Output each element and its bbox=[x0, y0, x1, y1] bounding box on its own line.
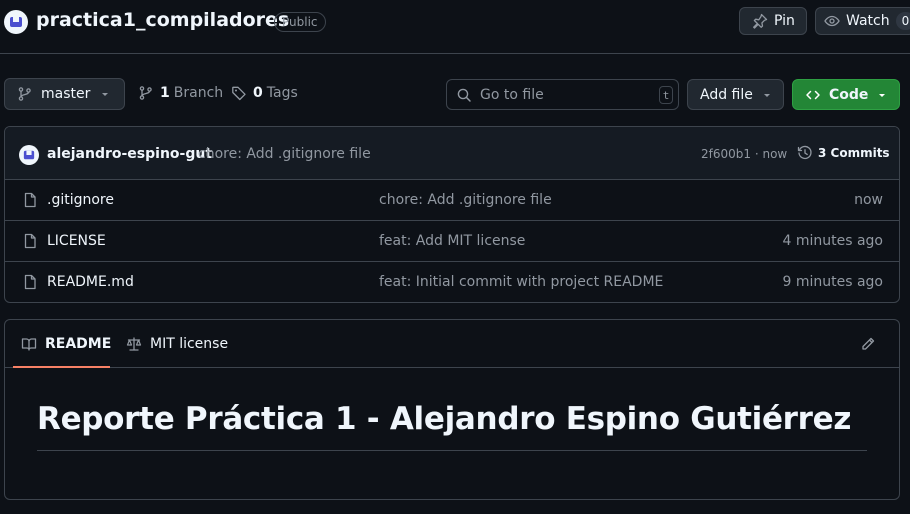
history-icon bbox=[797, 145, 813, 161]
tags-link[interactable]: 0 Tags bbox=[231, 85, 298, 101]
pin-icon bbox=[752, 13, 768, 29]
add-file-button[interactable]: Add file bbox=[687, 79, 784, 110]
branch-name: master bbox=[41, 86, 91, 102]
visibility-badge: Public bbox=[274, 12, 326, 32]
author-avatar[interactable] bbox=[19, 145, 39, 165]
search-input[interactable] bbox=[480, 86, 650, 103]
heading-rule bbox=[37, 450, 867, 451]
branch-count-label: Branch bbox=[173, 85, 224, 101]
search-icon bbox=[456, 87, 472, 103]
scale-icon bbox=[126, 336, 142, 352]
branch-icon bbox=[138, 85, 154, 101]
file-listing: alejandro-espino-gut chore: Add .gitigno… bbox=[4, 126, 900, 303]
file-commit-message[interactable]: chore: Add .gitignore file bbox=[379, 192, 552, 208]
file-name[interactable]: LICENSE bbox=[47, 233, 106, 249]
repo-avatar-icon[interactable] bbox=[4, 10, 28, 34]
code-button[interactable]: Code bbox=[792, 79, 900, 110]
commits-link[interactable]: 3 Commits bbox=[797, 145, 890, 161]
file-icon bbox=[22, 233, 38, 249]
file-name[interactable]: .gitignore bbox=[47, 192, 114, 208]
tag-icon bbox=[231, 85, 247, 101]
book-icon bbox=[21, 336, 37, 352]
eye-icon bbox=[824, 13, 840, 29]
latest-commit-bar: alejandro-espino-gut chore: Add .gitigno… bbox=[5, 127, 899, 180]
branches-link[interactable]: 1 Branch bbox=[138, 85, 223, 101]
file-icon bbox=[22, 274, 38, 290]
branch-select[interactable]: master bbox=[4, 78, 125, 110]
active-tab-indicator bbox=[13, 366, 110, 368]
tab-readme[interactable]: README bbox=[21, 336, 111, 352]
search-shortcut-key: t bbox=[659, 86, 673, 104]
watch-count: 0 bbox=[895, 12, 910, 30]
pin-button[interactable]: Pin bbox=[739, 7, 807, 35]
tag-count: 0 bbox=[253, 85, 263, 101]
pencil-icon bbox=[860, 336, 876, 352]
commit-author[interactable]: alejandro-espino-gut bbox=[47, 146, 212, 162]
header-divider bbox=[0, 53, 910, 54]
file-commit-time: 4 minutes ago bbox=[782, 233, 883, 249]
watch-label: Watch bbox=[846, 13, 890, 29]
readme-heading: Reporte Práctica 1 - Alejandro Espino Gu… bbox=[37, 401, 852, 437]
file-commit-time: 9 minutes ago bbox=[782, 274, 883, 290]
add-file-label: Add file bbox=[700, 86, 753, 103]
readme-tab-divider bbox=[5, 367, 899, 368]
triangle-down-icon bbox=[877, 90, 887, 100]
commit-hash-time[interactable]: 2f600b1 · now bbox=[701, 147, 787, 161]
tag-count-label: Tags bbox=[266, 85, 298, 101]
file-row[interactable]: .gitignore chore: Add .gitignore file no… bbox=[5, 180, 899, 221]
file-name[interactable]: README.md bbox=[47, 274, 134, 290]
watch-button[interactable]: Watch 0 bbox=[815, 7, 910, 35]
file-row[interactable]: README.md feat: Initial commit with proj… bbox=[5, 262, 899, 302]
edit-readme-button[interactable] bbox=[860, 336, 876, 352]
triangle-down-icon bbox=[762, 90, 772, 100]
code-icon bbox=[805, 87, 821, 103]
branch-count: 1 bbox=[160, 85, 170, 101]
file-commit-message[interactable]: feat: Initial commit with project README bbox=[379, 274, 663, 290]
branch-icon bbox=[17, 86, 33, 102]
tab-readme-label: README bbox=[45, 336, 112, 352]
commits-label: 3 Commits bbox=[818, 146, 890, 160]
pin-label: Pin bbox=[774, 13, 795, 29]
triangle-down-icon bbox=[100, 89, 110, 99]
file-icon bbox=[22, 192, 38, 208]
repo-name[interactable]: practica1_compiladores bbox=[36, 9, 289, 31]
file-row[interactable]: LICENSE feat: Add MIT license 4 minutes … bbox=[5, 221, 899, 262]
file-commit-message[interactable]: feat: Add MIT license bbox=[379, 233, 525, 249]
code-label: Code bbox=[829, 86, 869, 103]
tab-mit-license-label: MIT license bbox=[150, 336, 229, 352]
commit-message[interactable]: chore: Add .gitignore file bbox=[198, 146, 371, 162]
file-commit-time: now bbox=[854, 192, 883, 208]
go-to-file-search[interactable]: t bbox=[446, 79, 679, 110]
tab-mit-license[interactable]: MIT license bbox=[126, 336, 228, 352]
